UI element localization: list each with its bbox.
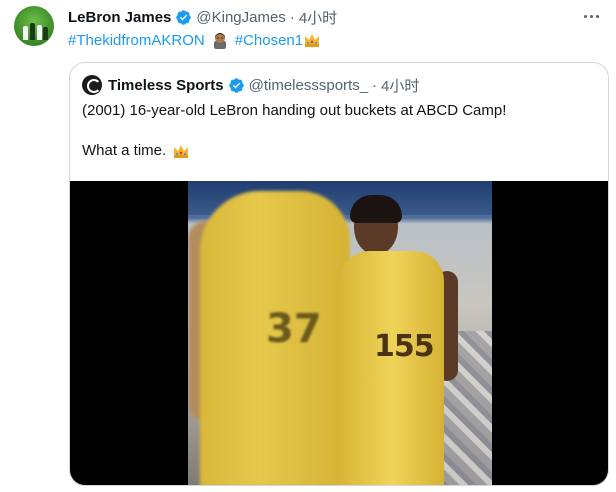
tweet-text: #ThekidfromAKRON #Chosen1 <box>68 30 321 50</box>
avatar[interactable] <box>14 6 54 46</box>
video-frame: 37 155 <box>188 181 492 485</box>
quoted-author-name[interactable]: Timeless Sports <box>108 77 224 94</box>
author-name[interactable]: LeBron James <box>68 9 171 26</box>
quoted-text-line: What a time. <box>82 141 592 161</box>
quoted-text-span: What a time. <box>82 142 167 159</box>
quoted-text-line: (2001) 16-year-old LeBron handing out bu… <box>82 102 507 119</box>
separator: · <box>289 8 295 26</box>
author-handle[interactable]: @KingJames <box>196 9 285 26</box>
hashtag-link[interactable]: #Chosen1 <box>235 32 303 49</box>
jersey-number-left: 37 <box>266 306 322 352</box>
crown-emoji-icon <box>174 145 189 159</box>
quoted-tweet[interactable]: Timeless Sports @timelesssports_ · 4小时 (… <box>69 62 609 486</box>
quoted-handle[interactable]: @timelesssports_ <box>249 77 368 94</box>
tweet-header: LeBron James @KingJames · 4小时 <box>68 7 337 27</box>
quoted-text: (2001) 16-year-old LeBron handing out bu… <box>82 101 592 161</box>
jersey-number-right: 155 <box>374 329 435 364</box>
video-player[interactable]: 37 155 <box>70 181 608 485</box>
tweet[interactable]: LeBron James @KingJames · 4小时 #Thekidfro… <box>0 0 616 492</box>
verified-badge-icon <box>228 77 244 93</box>
crown-emoji-icon <box>305 34 320 47</box>
verified-badge-icon <box>176 9 192 25</box>
player-right-image <box>340 251 444 485</box>
quoted-timestamp[interactable]: 4小时 <box>381 75 419 96</box>
hashtag-link[interactable]: #ThekidfromAKRON <box>68 32 205 49</box>
quoted-header: Timeless Sports @timelesssports_ · 4小时 <box>108 75 419 95</box>
more-options-icon[interactable] <box>580 8 602 24</box>
separator: · <box>372 76 378 94</box>
quoted-avatar[interactable] <box>82 75 102 95</box>
timestamp[interactable]: 4小时 <box>299 7 337 28</box>
person-emoji-icon <box>213 33 226 49</box>
